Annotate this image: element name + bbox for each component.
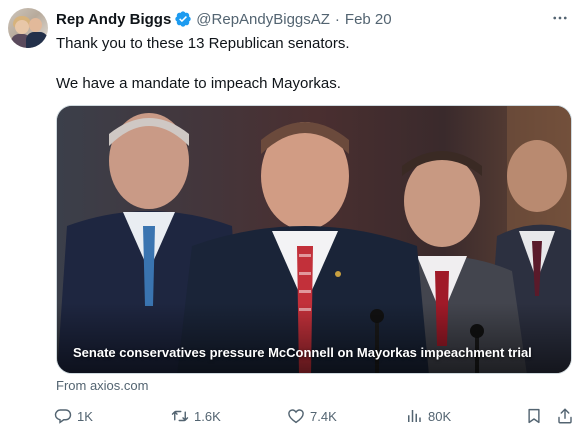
repost-button[interactable]: 1.6K [171, 404, 221, 428]
more-icon[interactable] [548, 8, 572, 28]
share-icon [558, 408, 572, 424]
verified-badge-icon [174, 10, 192, 28]
share-button[interactable] [556, 404, 579, 428]
link-card[interactable]: Senate conservatives pressure McConnell … [56, 105, 572, 374]
repost-icon [171, 410, 189, 422]
avatar-figure [26, 32, 48, 48]
views-count: 80K [428, 408, 452, 424]
views-button[interactable]: 80K [405, 404, 451, 428]
views-icon [408, 410, 421, 422]
avatar[interactable] [8, 8, 48, 48]
post-text: Thank you to these 13 Republican senator… [56, 34, 566, 94]
post-text-line: Thank you to these 13 Republican senator… [56, 35, 350, 52]
reply-count: 1K [77, 408, 93, 424]
bookmark-icon [528, 408, 540, 424]
avatar-figure [15, 20, 29, 34]
card-title[interactable]: Senate conservatives pressure McConnell … [73, 345, 532, 360]
separator: · [334, 10, 340, 28]
like-button[interactable]: 7.4K [287, 404, 337, 428]
post-date[interactable]: Feb 20 [345, 11, 392, 28]
like-count: 7.4K [310, 408, 337, 424]
avatar-figure [29, 18, 42, 32]
card-source[interactable]: From axios.com [56, 378, 148, 393]
repost-count: 1.6K [194, 408, 221, 424]
display-name[interactable]: Rep Andy Biggs [56, 11, 171, 28]
reply-icon [54, 409, 72, 424]
bookmark-button[interactable] [525, 404, 548, 428]
card-shade [57, 303, 571, 373]
heart-icon [288, 409, 304, 424]
action-bar: 1K 1.6K 7.4K 80K [50, 404, 576, 428]
reply-button[interactable]: 1K [54, 404, 93, 428]
post-header: Rep Andy Biggs @RepAndyBiggsAZ · Feb 20 [56, 9, 392, 29]
post-text-line: We have a mandate to impeach Mayorkas. [56, 75, 341, 92]
handle[interactable]: @RepAndyBiggsAZ [196, 11, 330, 28]
